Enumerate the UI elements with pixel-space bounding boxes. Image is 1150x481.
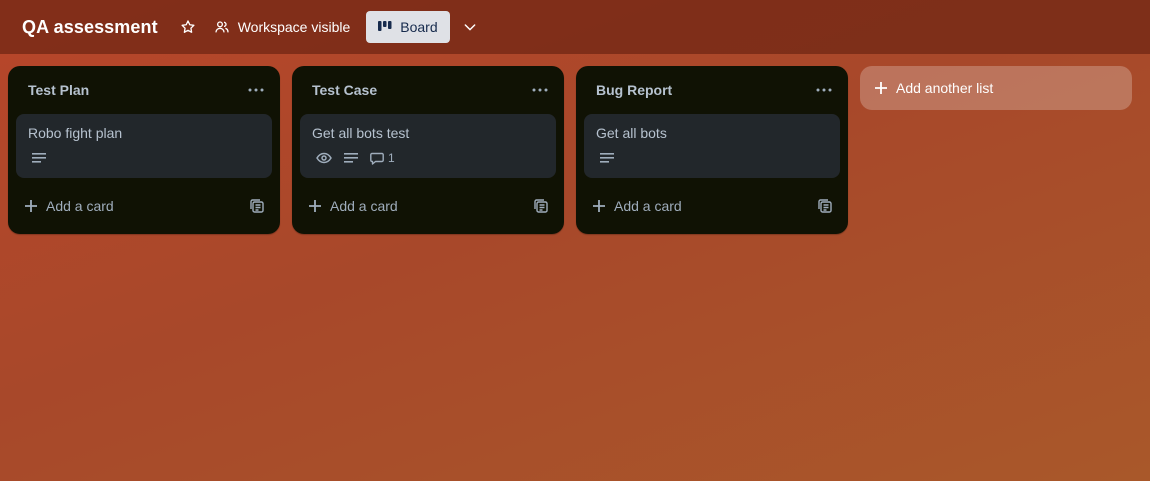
card-title: Get all bots: [596, 125, 667, 141]
people-icon: [215, 21, 229, 33]
card[interactable]: Robo fight plan: [16, 114, 272, 178]
board-lists: Test Plan Robo fight plan Add a card Tes…: [8, 66, 1132, 234]
card[interactable]: Get all bots: [584, 114, 840, 178]
board-view-label: Board: [400, 19, 438, 35]
more-icon: [248, 88, 264, 92]
view-switcher-button[interactable]: [454, 11, 486, 43]
list-footer: Add a card: [8, 186, 280, 226]
template-icon: [534, 199, 548, 213]
card-badges: 1: [312, 150, 544, 166]
board-icon: [378, 21, 392, 31]
comment-badge: 1: [370, 151, 395, 165]
plus-icon: [593, 200, 605, 212]
star-button[interactable]: [172, 11, 204, 43]
description-icon: [600, 152, 614, 164]
list-header: Test Plan: [8, 66, 280, 114]
board-title[interactable]: QA assessment: [22, 17, 158, 38]
template-icon: [250, 199, 264, 213]
list-header: Test Case: [292, 66, 564, 114]
add-card-button[interactable]: Add a card: [592, 198, 682, 214]
create-from-template-button[interactable]: [816, 197, 834, 215]
list-menu-button[interactable]: [528, 78, 552, 102]
list-title[interactable]: Test Case: [312, 82, 377, 98]
card-title: Get all bots test: [312, 125, 410, 141]
list-test-case: Test Case Get all bots test 1 Add a card: [292, 66, 564, 234]
add-card-label: Add a card: [614, 198, 682, 214]
list-test-plan: Test Plan Robo fight plan Add a card: [8, 66, 280, 234]
list-title[interactable]: Bug Report: [596, 82, 672, 98]
list-bug-report: Bug Report Get all bots Add a card: [576, 66, 848, 234]
chevron-down-icon: [464, 24, 476, 31]
list-menu-button[interactable]: [812, 78, 836, 102]
comment-count: 1: [388, 151, 395, 165]
star-icon: [181, 20, 195, 33]
add-card-button[interactable]: Add a card: [24, 198, 114, 214]
card-title: Robo fight plan: [28, 125, 123, 141]
card-badges: [28, 150, 260, 166]
add-card-label: Add a card: [46, 198, 114, 214]
add-card-button[interactable]: Add a card: [308, 198, 398, 214]
watch-icon: [316, 152, 332, 164]
board-view-button[interactable]: Board: [366, 11, 450, 43]
comment-icon: [370, 152, 384, 165]
card-badges: [596, 150, 828, 166]
add-another-list-button[interactable]: Add another list: [860, 66, 1132, 110]
plus-icon: [875, 82, 887, 94]
template-icon: [818, 199, 832, 213]
list-header: Bug Report: [576, 66, 848, 114]
more-icon: [532, 88, 548, 92]
create-from-template-button[interactable]: [532, 197, 550, 215]
plus-icon: [309, 200, 321, 212]
list-title[interactable]: Test Plan: [28, 82, 89, 98]
create-from-template-button[interactable]: [248, 197, 266, 215]
card[interactable]: Get all bots test 1: [300, 114, 556, 178]
description-icon: [32, 152, 46, 164]
list-footer: Add a card: [292, 186, 564, 226]
board-header: QA assessment Workspace visible Board: [0, 0, 1150, 54]
plus-icon: [25, 200, 37, 212]
more-icon: [816, 88, 832, 92]
description-icon: [344, 152, 358, 164]
visibility-label: Workspace visible: [237, 19, 351, 35]
list-menu-button[interactable]: [244, 78, 268, 102]
add-list-label: Add another list: [896, 80, 994, 96]
visibility-button[interactable]: Workspace visible: [208, 11, 357, 43]
add-card-label: Add a card: [330, 198, 398, 214]
list-footer: Add a card: [576, 186, 848, 226]
